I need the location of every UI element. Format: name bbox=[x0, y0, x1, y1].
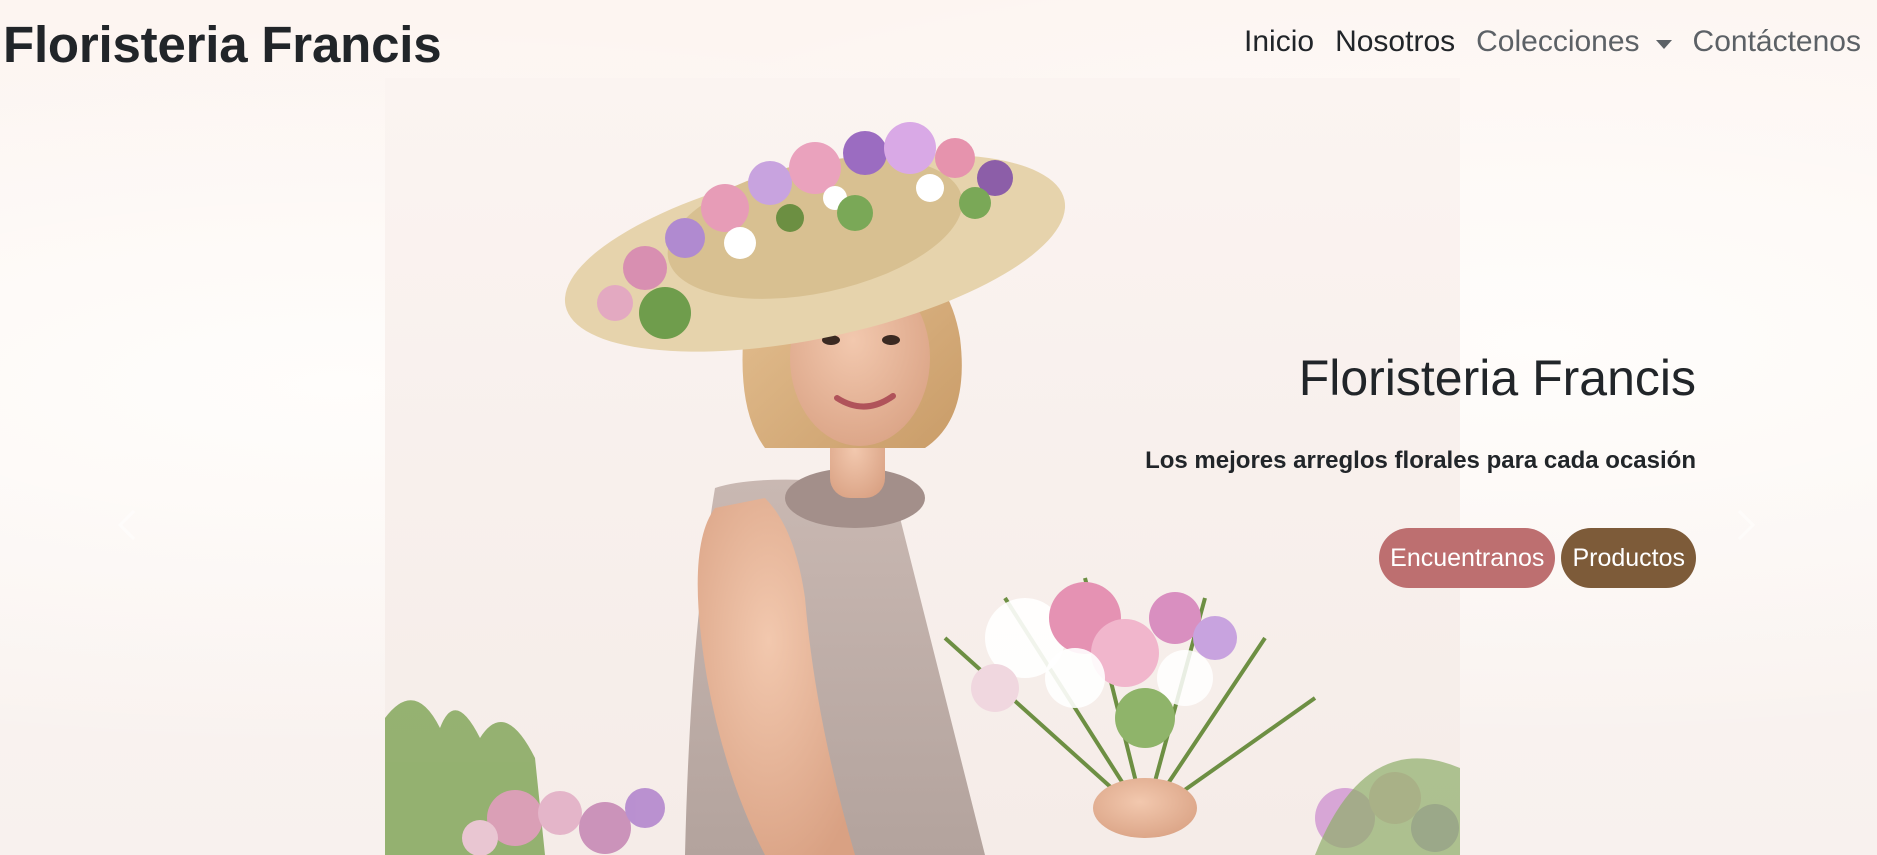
brand-logo-text[interactable]: Floristeria Francis bbox=[3, 14, 442, 76]
caret-down-icon bbox=[1655, 39, 1672, 49]
hero-title: Floristeria Francis bbox=[1298, 350, 1696, 406]
nav-dropdown-colecciones[interactable]: Colecciones bbox=[1476, 20, 1672, 64]
hero-buttons: Encuentranos Productos bbox=[996, 528, 1696, 588]
hero-subtitle: Los mejores arreglos florales para cada … bbox=[1145, 447, 1696, 474]
nav-link-contactenos[interactable]: Contáctenos bbox=[1693, 20, 1861, 64]
nav-link-inicio[interactable]: Inicio bbox=[1244, 20, 1314, 64]
carousel-next-button[interactable] bbox=[1726, 505, 1766, 545]
carousel-prev-button[interactable] bbox=[107, 505, 147, 545]
nav-dropdown-label: Colecciones bbox=[1476, 25, 1640, 58]
chevron-left-icon bbox=[117, 509, 136, 541]
navbar: Floristeria Francis Inicio Nosotros Cole… bbox=[0, 0, 1877, 82]
chevron-right-icon bbox=[1737, 509, 1756, 541]
page: Floristeria Francis Inicio Nosotros Cole… bbox=[0, 0, 1877, 855]
encuentranos-button[interactable]: Encuentranos bbox=[1379, 528, 1556, 588]
nav-links: Inicio Nosotros Colecciones Contáctenos bbox=[1244, 20, 1861, 64]
nav-link-nosotros[interactable]: Nosotros bbox=[1335, 20, 1455, 64]
hero-caption: Floristeria Francis Los mejores arreglos… bbox=[996, 340, 1696, 588]
productos-button[interactable]: Productos bbox=[1561, 528, 1696, 588]
